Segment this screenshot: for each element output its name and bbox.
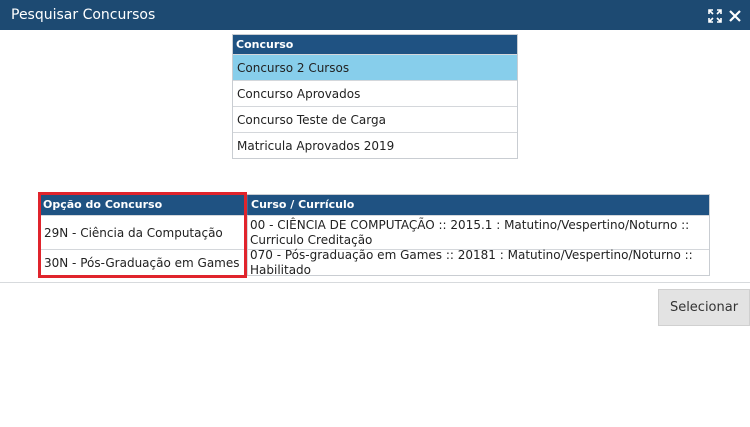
header-opcao: Opção do Concurso [43,198,163,211]
opcao-row[interactable]: 29N - Ciência da Computação 00 - CIÊNCIA… [41,215,709,249]
select-button[interactable]: Selecionar [658,289,750,326]
opcoes-table-header: Opção do Concurso Curso / Currículo [41,195,709,215]
divider [0,282,750,283]
concurso-row[interactable]: Concurso Teste de Carga [233,106,517,132]
opcao-cell: 30N - Pós-Graduação em Games [44,255,240,270]
window-title: Pesquisar Concursos [11,7,156,23]
concurso-table: Concurso Concurso 2 Cursos Concurso Apro… [232,34,518,159]
expand-icon[interactable] [708,9,722,23]
window-titlebar: Pesquisar Concursos [0,0,750,30]
opcao-cell: 29N - Ciência da Computação [44,225,223,240]
header-curso: Curso / Currículo [247,195,709,215]
opcoes-table: Opção do Concurso Curso / Currículo 29N … [40,194,710,277]
concurso-row[interactable]: Matricula Aprovados 2019 [233,132,517,158]
concurso-row[interactable]: Concurso 2 Cursos [233,54,517,80]
opcao-row[interactable]: 30N - Pós-Graduação em Games 070 - Pós-g… [41,248,709,277]
close-icon[interactable] [728,9,742,23]
curso-cell: 070 - Pós-graduação em Games :: 20181 : … [247,248,709,277]
concurso-table-header: Concurso [233,35,517,54]
concurso-row[interactable]: Concurso Aprovados [233,80,517,106]
curso-cell: 00 - CIÊNCIA DE COMPUTAÇÃO :: 2015.1 : M… [247,216,709,249]
